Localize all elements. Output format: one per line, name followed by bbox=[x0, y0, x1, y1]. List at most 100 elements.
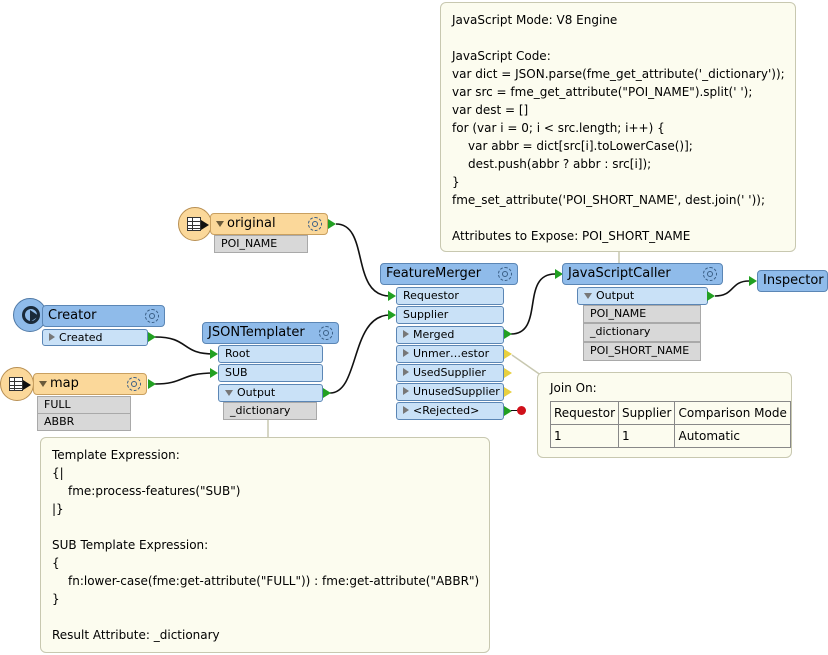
reader-original-name: original bbox=[227, 216, 276, 231]
js-line: JavaScript Mode: V8 Engine bbox=[452, 13, 618, 27]
gear-icon[interactable] bbox=[703, 267, 717, 281]
js-line: Attributes to Expose: POI_SHORT_NAME bbox=[452, 229, 691, 243]
template-line: fn:lower-case(fme:get-attribute("FULL"))… bbox=[68, 574, 480, 588]
output-connector[interactable] bbox=[328, 219, 336, 229]
js-line bbox=[452, 29, 784, 47]
wire-map-sub bbox=[154, 372, 215, 385]
template-line bbox=[52, 608, 478, 626]
port-label: Merged bbox=[413, 328, 455, 341]
port-unused-supplier[interactable]: UnusedSupplier bbox=[396, 383, 504, 401]
js-line: dest.push(abbr ? abbr : src[i]); bbox=[468, 157, 652, 171]
port-triangle-icon bbox=[403, 406, 409, 414]
port-triangle-icon bbox=[403, 349, 409, 357]
gear-icon[interactable] bbox=[498, 267, 512, 281]
js-line: var dict = JSON.parse(fme_get_attribute(… bbox=[452, 67, 785, 81]
js-line: fme_set_attribute('POI_SHORT_NAME', dest… bbox=[452, 193, 765, 207]
collapse-triangle-icon[interactable] bbox=[216, 220, 224, 227]
join-row: 1 1 Automatic bbox=[549, 424, 791, 448]
wire-output-supplier bbox=[329, 314, 391, 394]
join-header-cell: Requestor bbox=[549, 401, 620, 425]
js-line: JavaScript Code: bbox=[452, 49, 551, 63]
input-connector[interactable] bbox=[388, 291, 396, 301]
input-connector[interactable] bbox=[210, 368, 218, 378]
js-line: var dest = [] bbox=[452, 103, 529, 117]
input-connector[interactable] bbox=[388, 310, 396, 320]
port-root[interactable]: Root bbox=[218, 345, 323, 363]
port-label: Root bbox=[225, 347, 250, 360]
join-title: Join On: bbox=[550, 381, 597, 395]
join-table: Requestor Supplier Comparison Mode 1 1 A… bbox=[549, 401, 791, 448]
collapse-triangle-icon[interactable] bbox=[584, 293, 592, 299]
output-connector[interactable] bbox=[504, 329, 512, 339]
port-merged[interactable]: Merged bbox=[396, 326, 504, 344]
js-line bbox=[452, 209, 784, 227]
annotation-join: Join On: Requestor Supplier Comparison M… bbox=[537, 372, 792, 458]
output-connector[interactable] bbox=[707, 291, 715, 301]
creator-header[interactable]: Creator bbox=[42, 305, 165, 327]
output-connector[interactable] bbox=[323, 388, 331, 398]
reader-map-header[interactable]: map bbox=[33, 373, 147, 395]
annotation-template: Template Expression: {| fme:process-feat… bbox=[40, 437, 490, 653]
port-label: UsedSupplier bbox=[413, 366, 486, 379]
port-label: <Rejected> bbox=[413, 404, 480, 417]
attribute-row: _dictionary bbox=[223, 402, 317, 420]
gear-icon[interactable] bbox=[308, 217, 322, 231]
featuremerger-name: FeatureMerger bbox=[386, 266, 482, 281]
js-line: } bbox=[452, 175, 460, 189]
join-header-cell: Comparison Mode bbox=[674, 401, 791, 425]
table-icon bbox=[9, 377, 23, 391]
port-created[interactable]: Created bbox=[42, 329, 148, 346]
collapse-triangle-icon[interactable] bbox=[39, 380, 47, 387]
js-line: for (var i = 0; i < src.length; i++) { bbox=[452, 121, 665, 135]
reader-icon[interactable] bbox=[178, 207, 212, 241]
attribute-row: ABBR bbox=[37, 413, 131, 431]
featuremerger-header[interactable]: FeatureMerger bbox=[380, 263, 518, 285]
annotation-javascript: JavaScript Mode: V8 Engine JavaScript Co… bbox=[440, 2, 796, 252]
output-connector[interactable] bbox=[148, 332, 156, 342]
port-supplier[interactable]: Supplier bbox=[396, 306, 504, 324]
port-unmerged-requestor[interactable]: Unmer…estor bbox=[396, 345, 504, 363]
input-connector[interactable] bbox=[210, 349, 218, 359]
port-label: Created bbox=[59, 331, 103, 344]
gear-icon[interactable] bbox=[145, 309, 159, 323]
output-connector[interactable] bbox=[504, 406, 512, 416]
template-line: Result Attribute: _dictionary bbox=[52, 628, 220, 642]
port-requestor[interactable]: Requestor bbox=[396, 287, 504, 305]
output-connector[interactable] bbox=[148, 379, 156, 389]
input-connector[interactable] bbox=[749, 276, 757, 286]
gear-icon[interactable] bbox=[127, 377, 141, 391]
attribute-row: _dictionary bbox=[583, 323, 701, 342]
template-line: {| bbox=[52, 466, 64, 480]
output-connector[interactable] bbox=[504, 349, 512, 359]
join-header-cell: Supplier bbox=[618, 401, 676, 425]
template-line: |} bbox=[52, 502, 64, 516]
collapse-triangle-icon[interactable] bbox=[225, 390, 233, 396]
arrow-icon bbox=[30, 310, 39, 322]
reader-icon[interactable] bbox=[0, 367, 34, 401]
port-output[interactable]: Output bbox=[577, 287, 708, 305]
js-line: var abbr = dict[src[i].toLowerCase()]; bbox=[468, 139, 693, 153]
port-rejected[interactable]: <Rejected> bbox=[396, 402, 504, 420]
wire-merged-jscaller bbox=[510, 273, 556, 335]
reader-original-header[interactable]: original bbox=[210, 213, 328, 235]
rejected-dot-icon[interactable] bbox=[517, 406, 526, 415]
gear-icon[interactable] bbox=[319, 326, 333, 340]
arrow-icon bbox=[23, 380, 31, 390]
port-triangle-icon bbox=[403, 330, 409, 338]
template-line: fme:process-features("SUB") bbox=[68, 484, 241, 498]
output-connector[interactable] bbox=[504, 368, 512, 378]
port-label: Requestor bbox=[403, 289, 459, 302]
output-connector[interactable] bbox=[504, 387, 512, 397]
javascriptcaller-name: JavaScriptCaller bbox=[568, 266, 671, 281]
attribute-row: POI_NAME bbox=[214, 235, 308, 253]
javascriptcaller-header[interactable]: JavaScriptCaller bbox=[562, 263, 723, 285]
port-label: UnusedSupplier bbox=[413, 385, 500, 398]
join-cell: 1 bbox=[618, 424, 676, 448]
port-sub[interactable]: SUB bbox=[218, 364, 323, 382]
jsontemplater-header[interactable]: JSONTemplater bbox=[202, 322, 339, 344]
attribute-row: FULL bbox=[37, 396, 131, 414]
port-used-supplier[interactable]: UsedSupplier bbox=[396, 364, 504, 382]
inspector-header[interactable]: Inspector bbox=[757, 270, 828, 292]
port-output[interactable]: Output bbox=[218, 384, 323, 402]
join-cell: Automatic bbox=[674, 424, 791, 448]
